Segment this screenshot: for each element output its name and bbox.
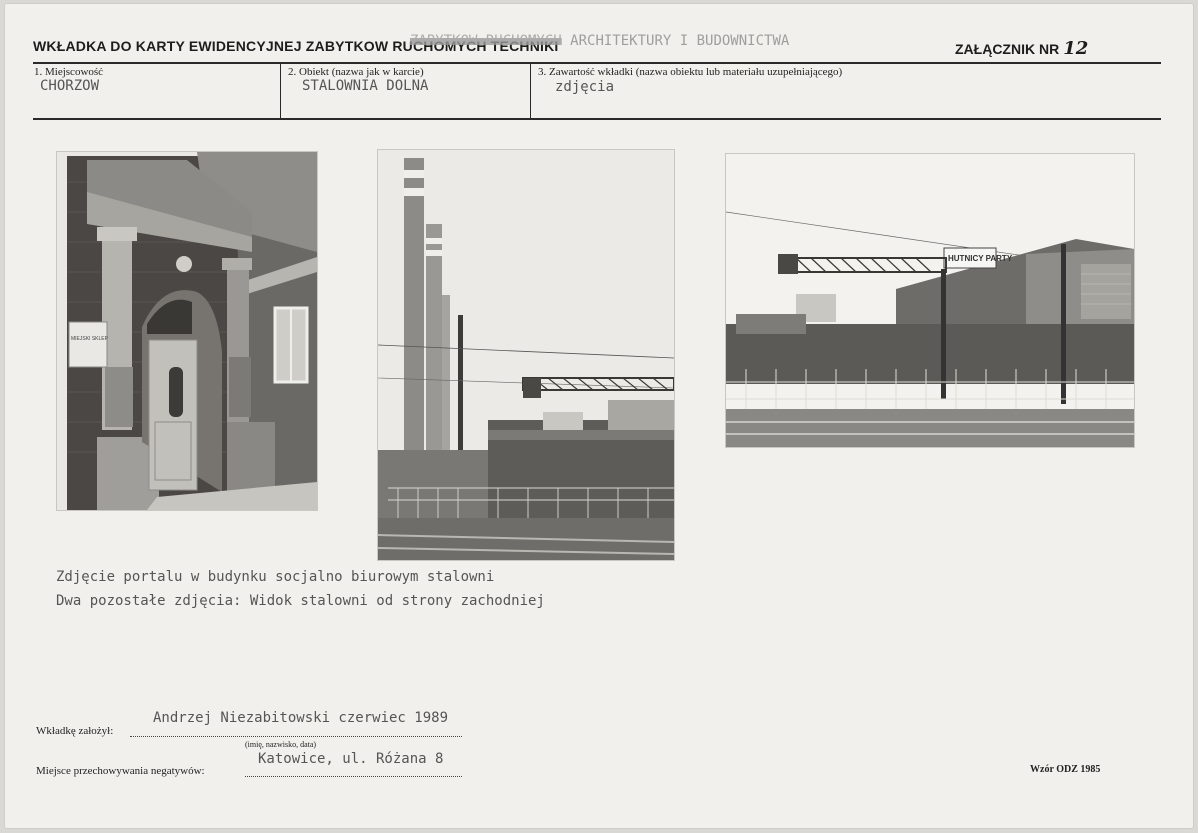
contents-value: zdjęcia (555, 79, 615, 95)
form-title-overprint: ZABYTKOW RUCHOMYCH ARCHITEKTURY I BUDOWN… (410, 33, 789, 49)
locality-value: CHORZOW (40, 78, 100, 94)
caption-line-1: Zdjęcie portalu w budynku socjalno biuro… (56, 569, 495, 585)
negatives-value: Katowice, ul. Różana 8 (258, 751, 444, 767)
attachment-number: ZAŁĄCZNIK NR 12 (955, 38, 1088, 59)
header-rule-bottom (33, 118, 1161, 120)
portal-photo-image: MIEJSKI SKLEP (57, 152, 317, 510)
locality-label: 1. Miejscowość (34, 66, 104, 78)
header-rule-top (33, 62, 1161, 64)
photo-steelworks: HUTNICY PARTY (726, 154, 1134, 447)
caption-line-2: Dwa pozostałe zdjęcia: Widok stalowni od… (56, 593, 545, 609)
contents-label: 3. Zawartość wkładki (nazwa obiektu lub … (538, 66, 843, 78)
form-code: Wzór ODZ 1985 (1030, 764, 1101, 775)
created-by-hint: (imię, nazwisko, data) (245, 740, 317, 749)
object-value: STALOWNIA DOLNA (302, 78, 429, 94)
created-by-label: Wkładkę założył: (36, 725, 114, 737)
photo-chimneys (378, 150, 674, 560)
negatives-line (245, 776, 462, 777)
negatives-label: Miejsce przechowywania negatywów: (36, 765, 205, 777)
attachment-label: ZAŁĄCZNIK NR (955, 41, 1060, 57)
created-by-line (130, 736, 462, 737)
object-label: 2. Obiekt (nazwa jak w karcie) (288, 66, 424, 78)
attachment-number-value: 12 (1063, 38, 1089, 59)
portal-sign-text: MIEJSKI SKLEP (71, 336, 109, 342)
field-divider-1 (280, 63, 281, 118)
photo-portal: MIEJSKI SKLEP (57, 152, 317, 510)
field-divider-2 (530, 63, 531, 118)
steelworks-photo-image: HUTNICY PARTY (726, 154, 1134, 447)
steelworks-sign-text: HUTNICY PARTY (948, 254, 1013, 263)
created-by-value: Andrzej Niezabitowski czerwiec 1989 (153, 710, 449, 726)
overprint-struck-text: ZABYTKOW RUCHOMYCH (410, 33, 562, 49)
overprint-replacement-text: ARCHITEKTURY I BUDOWNICTWA (570, 33, 790, 49)
chimneys-photo-image (378, 150, 674, 560)
